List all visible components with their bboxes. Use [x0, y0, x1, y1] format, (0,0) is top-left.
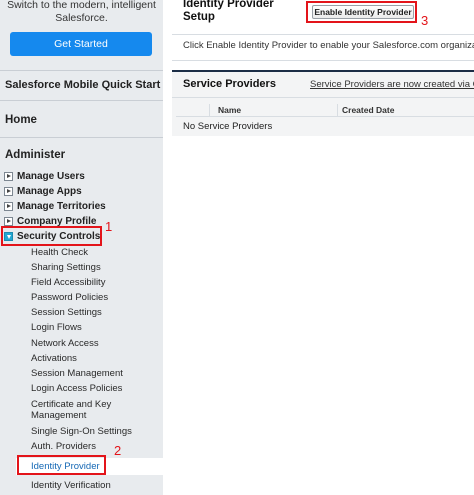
divider — [0, 70, 163, 71]
table-header-row: Name Created Date — [176, 104, 474, 117]
sidebar-link-identity-verification[interactable]: Identity Verification — [31, 480, 111, 491]
sidebar-link-single-sign-on-settings[interactable]: Single Sign-On Settings — [31, 426, 132, 437]
column-header-name[interactable]: Name — [209, 104, 337, 117]
promo-banner: Switch to the modern, intelligent Salesf… — [0, 0, 163, 68]
sidebar-link-network-access[interactable]: Network Access — [31, 338, 99, 349]
page-title: Identity Provider Setup — [183, 0, 274, 23]
sidebar-link-login-access-policies[interactable]: Login Access Policies — [31, 383, 122, 394]
divider — [172, 60, 474, 61]
divider — [0, 137, 163, 138]
sidebar-section-administer: Administer — [5, 149, 66, 161]
sidebar: Switch to the modern, intelligent Salesf… — [0, 0, 163, 495]
sidebar-item-manage-apps[interactable]: Manage Apps — [4, 184, 82, 198]
divider — [0, 100, 163, 101]
promo-line-1: Switch to the modern, intelligent — [7, 0, 156, 11]
annotation-box-identity-provider — [17, 455, 106, 475]
promo-line-2: Salesforce. — [55, 12, 108, 24]
sidebar-item-label: Manage Apps — [17, 185, 82, 197]
sidebar-item-label: Company Profile — [17, 215, 97, 227]
sidebar-link-health-check[interactable]: Health Check — [31, 247, 88, 258]
annotation-box-security-controls — [1, 226, 102, 246]
expand-arrow-icon[interactable] — [4, 216, 13, 226]
sidebar-item-label: Manage Users — [17, 170, 85, 182]
sidebar-link-sharing-settings[interactable]: Sharing Settings — [31, 262, 101, 273]
sidebar-link-activations[interactable]: Activations — [31, 353, 77, 364]
service-providers-header: Service Providers Service Providers are … — [172, 72, 474, 98]
sidebar-link-auth-providers[interactable]: Auth. Providers — [31, 441, 96, 452]
intro-text: Click Enable Identity Provider to enable… — [183, 40, 474, 51]
empty-table-message: No Service Providers — [183, 121, 273, 132]
promo-text: Switch to the modern, intelligent Salesf… — [0, 0, 163, 25]
annotation-number-1: 1 — [105, 219, 113, 234]
expand-arrow-icon[interactable] — [4, 186, 13, 196]
expand-arrow-icon[interactable] — [4, 201, 13, 211]
get-started-button[interactable]: Get Started — [10, 32, 152, 56]
enable-identity-provider-button[interactable]: Enable Identity Provider — [312, 5, 414, 19]
sidebar-link-password-policies[interactable]: Password Policies — [31, 292, 108, 303]
service-providers-note-link[interactable]: Service Providers are now created via Co — [310, 79, 474, 90]
sidebar-link-session-settings[interactable]: Session Settings — [31, 307, 102, 318]
sidebar-item-manage-territories[interactable]: Manage Territories — [4, 199, 106, 213]
sidebar-link-certificate-key-management[interactable]: Certificate and Key Management — [31, 399, 146, 421]
sidebar-item-home[interactable]: Home — [0, 113, 163, 127]
sidebar-link-login-flows[interactable]: Login Flows — [31, 322, 82, 333]
expand-arrow-icon[interactable] — [4, 171, 13, 181]
sidebar-link-field-accessibility[interactable]: Field Accessibility — [31, 277, 105, 288]
service-providers-title: Service Providers — [183, 78, 276, 90]
sidebar-item-manage-users[interactable]: Manage Users — [4, 169, 85, 183]
annotation-number-2: 2 — [114, 443, 122, 458]
sidebar-link-session-management[interactable]: Session Management — [31, 368, 123, 379]
column-header-created-date[interactable]: Created Date — [337, 104, 474, 117]
sidebar-item-mobile-quick-start[interactable]: Salesforce Mobile Quick Start — [0, 78, 163, 92]
sidebar-item-label: Manage Territories — [17, 200, 106, 212]
main-content: Identity Provider Setup Enable Identity … — [172, 0, 474, 495]
divider — [172, 34, 474, 35]
